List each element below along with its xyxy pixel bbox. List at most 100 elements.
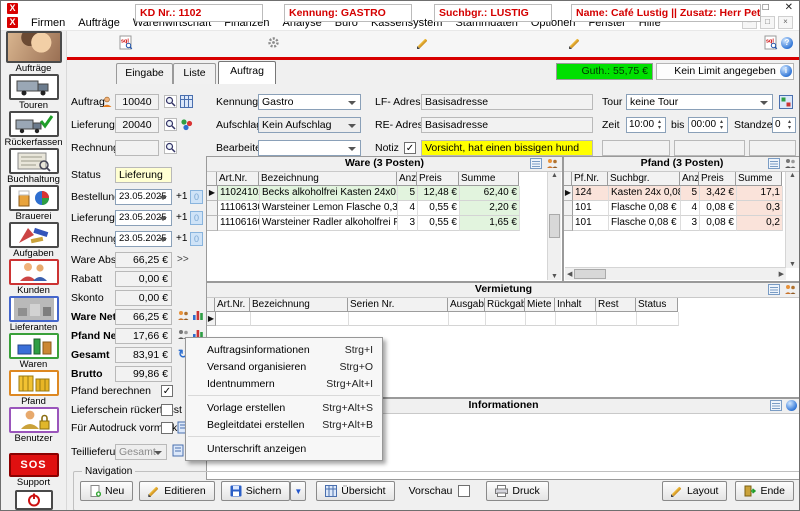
plus-one-label[interactable]: +1 [176, 210, 187, 226]
menu-item-versand-organisieren[interactable]: Versand organisierenStrg+O [186, 358, 382, 375]
pfand-berechnen-checkbox[interactable] [161, 385, 173, 397]
rueckerfasst-checkbox[interactable] [161, 404, 173, 416]
person-icon[interactable] [101, 96, 113, 108]
neu-button[interactable]: Neu [80, 481, 133, 501]
lieferung-offset-box[interactable]: 0 [190, 211, 203, 225]
menu-item-identnummern[interactable]: IdentnummernStrg+Alt+I [186, 375, 382, 392]
zeit-von-spinner[interactable]: 10:00▴▾ [626, 117, 666, 133]
lf-adresse-field[interactable]: Basisadresse [421, 94, 593, 110]
group-icon[interactable] [546, 158, 559, 169]
autodruck-checkbox[interactable] [161, 422, 173, 434]
search-icon[interactable] [164, 118, 177, 131]
notiz-checkbox[interactable] [404, 142, 416, 154]
sichern-button[interactable]: Sichern [221, 481, 291, 501]
customer-suchbegriff-field[interactable]: Suchbgr.: LUSTIG [434, 4, 552, 22]
group-icon[interactable] [784, 284, 797, 295]
sidebar-item-rueckerfassen[interactable]: Rückerfassen [1, 111, 66, 148]
skonto-field[interactable]: 0,00 € [115, 290, 172, 306]
list-icon[interactable] [530, 158, 542, 169]
plus-one-label[interactable]: +1 [176, 189, 187, 205]
edit-kennung-pencil-icon[interactable] [417, 37, 429, 49]
help-icon[interactable]: ? [781, 37, 793, 49]
ware-scrollbar[interactable]: ▲▼ [547, 172, 561, 280]
menu-item-auftragsinformationen[interactable]: AuftragsinformationenStrg+I [186, 341, 382, 358]
pfand-horizontal-scrollbar[interactable]: ◀▶ [565, 267, 786, 280]
expand-chevron[interactable]: >> [177, 252, 189, 268]
menu-firmen[interactable]: Firmen [31, 17, 65, 29]
customer-kennung-field[interactable]: Kennung: GASTRO [284, 4, 412, 22]
re-adresse-field[interactable]: Basisadresse [421, 117, 593, 133]
rechnungsdatum-dropdown[interactable]: 23.05.2025 [115, 231, 172, 247]
aufschlag-dropdown[interactable]: Kein Aufschlag [258, 117, 361, 133]
settings-gear-icon[interactable] [267, 36, 280, 49]
sichern-dropdown-button[interactable]: ▼ [290, 481, 306, 501]
pfand-vertical-scrollbar[interactable]: ▲▼ [785, 172, 799, 268]
sidebar-item-brauerei[interactable]: Brauerei [1, 185, 66, 222]
table-row[interactable]: 101 Flasche 0,08 € 3 0,08 € 0,2 [564, 216, 800, 231]
sidebar-item-ende[interactable]: Ende [1, 490, 66, 511]
list-icon[interactable] [768, 158, 780, 169]
spinner-arrows[interactable]: ▴▾ [785, 119, 794, 131]
edit-suchbegriff-pencil-icon[interactable] [569, 37, 581, 49]
sidebar-item-waren[interactable]: Waren [1, 333, 66, 370]
sidebar-item-aufgaben[interactable]: Aufgaben [1, 222, 66, 259]
sidebar-item-lieferanten[interactable]: Lieferanten [1, 296, 66, 333]
close-button[interactable]: ✕ [785, 2, 793, 14]
mdi-close-icon[interactable]: × [778, 16, 793, 29]
status-field[interactable]: Lieferung [115, 167, 172, 183]
sql-search-icon[interactable]: sql [763, 35, 778, 51]
table-row[interactable]: 101 Flasche 0,08 € 4 0,08 € 0,3 [564, 201, 800, 216]
table-icon[interactable] [180, 95, 193, 108]
table-row[interactable]: ▶ 11024102 Becks alkoholfrei Kasten 24x0… [207, 186, 562, 201]
tour-dropdown[interactable]: keine Tour [626, 94, 773, 110]
tab-eingabe[interactable]: Eingabe [116, 63, 173, 84]
standzeit-spinner[interactable]: 0▴▾ [772, 117, 796, 133]
sidebar-item-support[interactable]: SOS Support [1, 453, 66, 488]
spinner-arrows[interactable]: ▴▾ [655, 119, 664, 131]
bearbeiter-dropdown[interactable] [258, 140, 361, 156]
bestellung-offset-box[interactable]: 0 [190, 190, 203, 204]
table-row[interactable]: 11106160 Warsteiner Radler alkoholfrei F… [207, 216, 562, 231]
menu-item-unterschrift-anzeigen[interactable]: Unterschrift anzeigen [186, 440, 382, 457]
tab-auftrag[interactable]: Auftrag [218, 61, 276, 84]
group-stats-icon[interactable] [177, 310, 190, 321]
vorschau-checkbox[interactable] [458, 485, 470, 497]
auftrag-number-input[interactable]: 10040 [115, 94, 159, 110]
list-icon[interactable] [768, 284, 780, 295]
sql-search-icon[interactable]: sql [118, 35, 133, 51]
zeit-bis-spinner[interactable]: 00:00▴▾ [688, 117, 728, 133]
tab-liste[interactable]: Liste [173, 63, 216, 84]
maximize-button[interactable]: □ [763, 2, 769, 14]
table-row[interactable]: 11106130 Warsteiner Lemon Flasche 0,33 4… [207, 201, 562, 216]
druck-button[interactable]: Druck [486, 481, 548, 501]
sidebar-item-buchhaltung[interactable]: Buchhaltung [1, 148, 66, 185]
menu-auftraege[interactable]: Aufträge [78, 17, 120, 29]
customer-number-field[interactable]: KD Nr.: 1102 [135, 4, 263, 22]
table-row[interactable]: ▶ [207, 312, 800, 326]
layout-button[interactable]: Layout [662, 481, 728, 501]
customer-name-field[interactable]: Name: Café Lustig || Zusatz: Herr Peter … [571, 4, 761, 22]
route-icon[interactable] [779, 95, 793, 109]
color-dots-icon[interactable] [180, 118, 193, 131]
spinner-arrows[interactable]: ▴▾ [717, 119, 726, 131]
search-icon[interactable] [164, 95, 177, 108]
bestelldatum-dropdown[interactable]: 23.05.2025 [115, 189, 172, 205]
kennung-dropdown[interactable]: Gastro [258, 94, 361, 110]
lieferdatum-dropdown[interactable]: 23.05.2025 [115, 210, 172, 226]
mdi-restore-icon[interactable]: □ [760, 16, 775, 29]
info-sphere-icon[interactable] [786, 400, 797, 411]
lieferung-number-input[interactable]: 20040 [115, 117, 159, 133]
menu-item-vorlage-erstellen[interactable]: Vorlage erstellenStrg+Alt+S [186, 399, 382, 416]
plus-one-label[interactable]: +1 [176, 231, 187, 247]
rechnung-offset-box[interactable]: 0 [190, 232, 203, 246]
list-icon[interactable] [770, 400, 782, 411]
chart-icon[interactable] [192, 309, 204, 321]
notiz-field[interactable]: Vorsicht, hat einen bissigen hund [421, 140, 593, 156]
group-icon[interactable] [784, 158, 797, 169]
sidebar-item-touren[interactable]: Touren [1, 74, 66, 111]
search-icon[interactable] [164, 141, 177, 154]
uebersicht-button[interactable]: Übersicht [316, 481, 394, 501]
teillieferung-dropdown[interactable]: Gesamt [115, 444, 167, 460]
document-icon[interactable] [172, 444, 184, 457]
menu-item-begleitdatei-erstellen[interactable]: Begleitdatei erstellenStrg+Alt+B [186, 416, 382, 433]
